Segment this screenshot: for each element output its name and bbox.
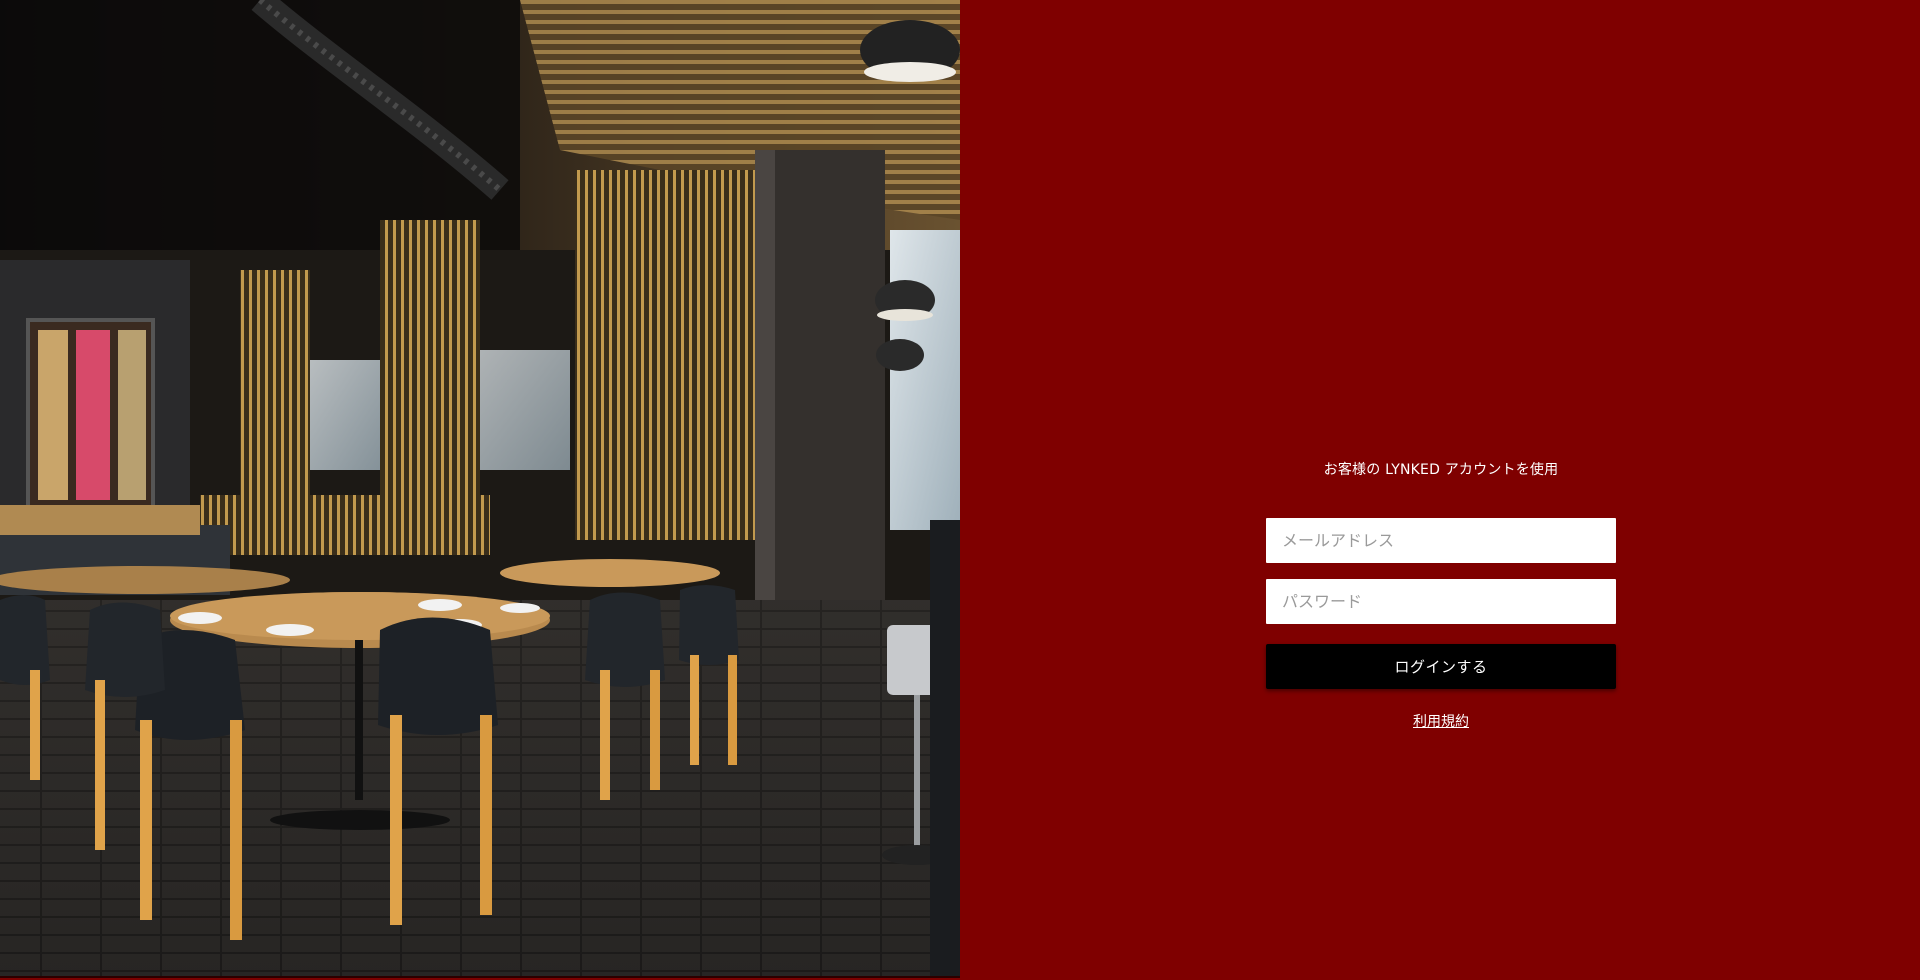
hero-bottom-edge [0,976,960,978]
login-page: お客様の LYNKED アカウントを使用 ログインする 利用規約 [0,0,1920,980]
terms-link[interactable]: 利用規約 [1266,711,1616,731]
login-form: お客様の LYNKED アカウントを使用 ログインする 利用規約 [1266,460,1616,731]
login-panel: お客様の LYNKED アカウントを使用 ログインする 利用規約 [960,0,1920,980]
password-input[interactable] [1266,579,1616,624]
login-button[interactable]: ログインする [1266,644,1616,689]
restaurant-interior-illustration [0,0,960,978]
email-input[interactable] [1266,518,1616,563]
login-heading: お客様の LYNKED アカウントを使用 [1323,462,1559,478]
hero-image [0,0,960,978]
